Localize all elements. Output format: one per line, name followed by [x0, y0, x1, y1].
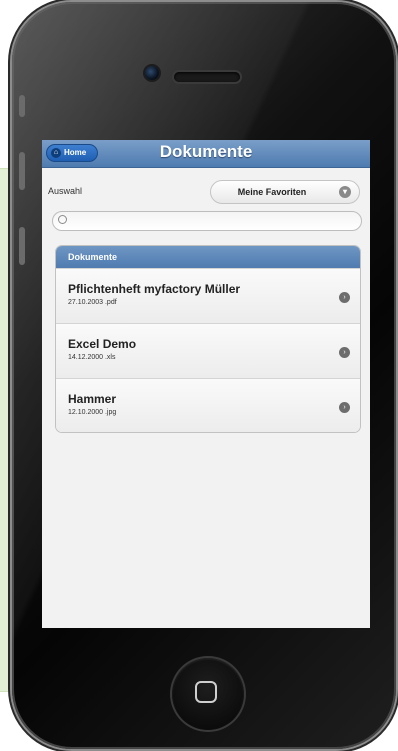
home-button-label: Home [64, 148, 87, 157]
list-item[interactable]: Hammer 12.10.2000 .jpg › [56, 378, 360, 432]
search-icon [58, 215, 67, 224]
chevron-right-icon: › [339, 292, 350, 303]
chevron-down-icon: ▾ [339, 186, 351, 198]
filter-select-value: Meine Favoriten [237, 187, 307, 197]
list-item-subtitle: 14.12.2000 .xls [68, 354, 116, 361]
mute-switch [19, 95, 25, 117]
volume-down-button [19, 227, 25, 265]
phone-home-button[interactable] [172, 658, 244, 730]
list-item[interactable]: Pflichtenheft myfactory Müller 27.10.200… [56, 268, 360, 323]
list-item-title: Pflichtenheft myfactory Müller [68, 282, 241, 296]
list-heading: Dokumente [56, 246, 360, 268]
app-screen: Dokumente ⌂ Home Auswahl Meine Favoriten… [42, 140, 370, 628]
filter-select[interactable]: Meine Favoriten ▾ [210, 180, 360, 204]
list-item-title: Hammer [68, 392, 117, 406]
chevron-right-icon: › [339, 347, 350, 358]
front-camera [145, 66, 159, 80]
earpiece-speaker [174, 72, 240, 82]
home-icon: ⌂ [51, 148, 61, 158]
search-field[interactable] [52, 211, 362, 231]
search-input[interactable] [71, 213, 360, 231]
list-item-subtitle: 12.10.2000 .jpg [68, 409, 117, 416]
volume-up-button [19, 152, 25, 190]
home-square-icon [195, 681, 217, 703]
list-item-title: Excel Demo [68, 337, 137, 351]
header-bar: Dokumente ⌂ Home [42, 140, 370, 168]
documents-list: Dokumente Pflichtenheft myfactory Müller… [55, 245, 361, 433]
list-item[interactable]: Excel Demo 14.12.2000 .xls › [56, 323, 360, 378]
list-item-subtitle: 27.10.2003 .pdf [68, 299, 117, 306]
chevron-right-icon: › [339, 402, 350, 413]
home-button[interactable]: ⌂ Home [46, 144, 98, 162]
filter-label: Auswahl [48, 186, 83, 196]
